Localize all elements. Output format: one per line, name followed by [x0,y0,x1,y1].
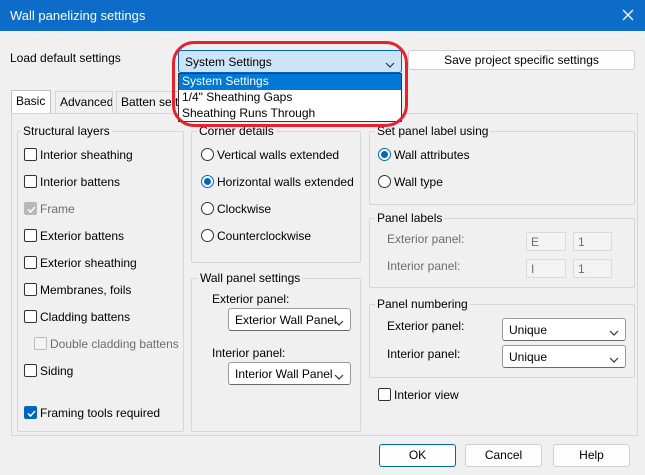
checkmark-icon [27,410,36,418]
cancel-button[interactable]: Cancel [465,444,542,467]
siding-label: Siding [40,364,74,378]
counterclockwise-label: Counterclockwise [217,229,312,243]
chevron-down-icon [609,326,619,340]
tab-advanced[interactable]: Advanced [55,91,113,113]
checkmark-icon [27,206,36,214]
wall-attributes-label: Wall attributes [394,148,470,162]
framing-tools-label: Framing tools required [40,406,161,420]
membranes-foils-label: Membranes, foils [40,283,132,297]
membranes-foils-checkbox[interactable] [24,283,37,296]
chevron-down-icon [334,316,344,330]
wall-attributes-radio[interactable] [378,148,391,161]
numbering-exterior-select[interactable]: Unique [502,318,626,341]
numbering-interior-panel-label: Interior panel: [387,347,461,361]
clockwise-radio[interactable] [201,202,214,215]
set-panel-label-title: Set panel label using [375,124,491,138]
numbering-exterior-panel-label: Exterior panel: [387,319,465,333]
cladding-battens-checkbox[interactable] [24,310,37,323]
wall-type-label: Wall type [394,175,443,189]
panel-labels-title: Panel labels [375,211,445,225]
exterior-sheathing-checkbox[interactable] [24,256,37,269]
frame-checkbox [24,202,37,215]
tab-basic[interactable]: Basic [11,90,51,114]
labels-interior-panel-label: Interior panel: [387,259,461,273]
double-cladding-battens-checkbox [34,337,47,350]
numbering-exterior-value: Unique [509,323,548,337]
cladding-battens-label: Cladding battens [40,310,131,324]
window-title: Wall panelizing settings [10,8,146,23]
double-cladding-battens-label: Double cladding battens [50,337,179,351]
wall-exterior-panel-value: Exterior Wall Panel [235,313,337,327]
clockwise-label: Clockwise [217,202,272,216]
close-icon[interactable] [619,6,637,24]
help-button[interactable]: Help [553,444,630,467]
ok-button[interactable]: OK [379,444,456,467]
structural-layers-title: Structural layers [21,124,112,138]
interior-battens-label: Interior battens [40,175,121,189]
interior-view-checkbox[interactable] [378,388,391,401]
siding-checkbox[interactable] [24,364,37,377]
vertical-walls-radio[interactable] [201,148,214,161]
tab-batten-settings[interactable]: Batten setti [116,91,180,113]
save-project-settings-button[interactable]: Save project specific settings [408,50,635,70]
framing-tools-checkbox[interactable] [24,406,37,419]
chevron-down-icon [609,353,619,367]
exterior-number-field: 1 [573,232,612,251]
wall-interior-panel-value: Interior Wall Panel [235,367,333,381]
interior-battens-checkbox[interactable] [24,175,37,188]
interior-sheathing-checkbox[interactable] [24,148,37,161]
wall-interior-panel-select[interactable]: Interior Wall Panel [228,362,351,385]
set-panel-label-group [369,131,635,205]
chevron-down-icon [334,370,344,384]
wall-interior-panel-label: Interior panel: [212,346,286,360]
numbering-interior-value: Unique [509,350,548,364]
dialog-footer [0,438,645,475]
exterior-battens-checkbox[interactable] [24,229,37,242]
wall-exterior-panel-label: Exterior panel: [212,292,290,306]
counterclockwise-radio[interactable] [201,229,214,242]
wall-type-radio[interactable] [378,175,391,188]
interior-number-field: 1 [573,259,612,278]
load-default-label: Load default settings [10,51,121,65]
interior-view-label: Interior view [394,388,459,402]
labels-exterior-panel-label: Exterior panel: [387,232,465,246]
wall-exterior-panel-select[interactable]: Exterior Wall Panel [228,308,351,331]
annotation-highlight [172,41,408,127]
wall-panel-settings-title: Wall panel settings [198,271,303,285]
numbering-interior-select[interactable]: Unique [502,345,626,368]
exterior-battens-label: Exterior battens [40,229,125,243]
exterior-sheathing-label: Exterior sheathing [40,256,137,270]
interior-prefix-field: I [526,259,566,278]
horizontal-walls-radio[interactable] [201,175,214,188]
frame-label: Frame [40,202,75,216]
vertical-walls-label: Vertical walls extended [217,148,340,162]
exterior-prefix-field: E [526,232,566,251]
horizontal-walls-label: Horizontal walls extended [217,175,354,189]
title-bar: Wall panelizing settings [0,0,645,31]
panel-numbering-title: Panel numbering [375,297,470,311]
interior-sheathing-label: Interior sheathing [40,148,133,162]
